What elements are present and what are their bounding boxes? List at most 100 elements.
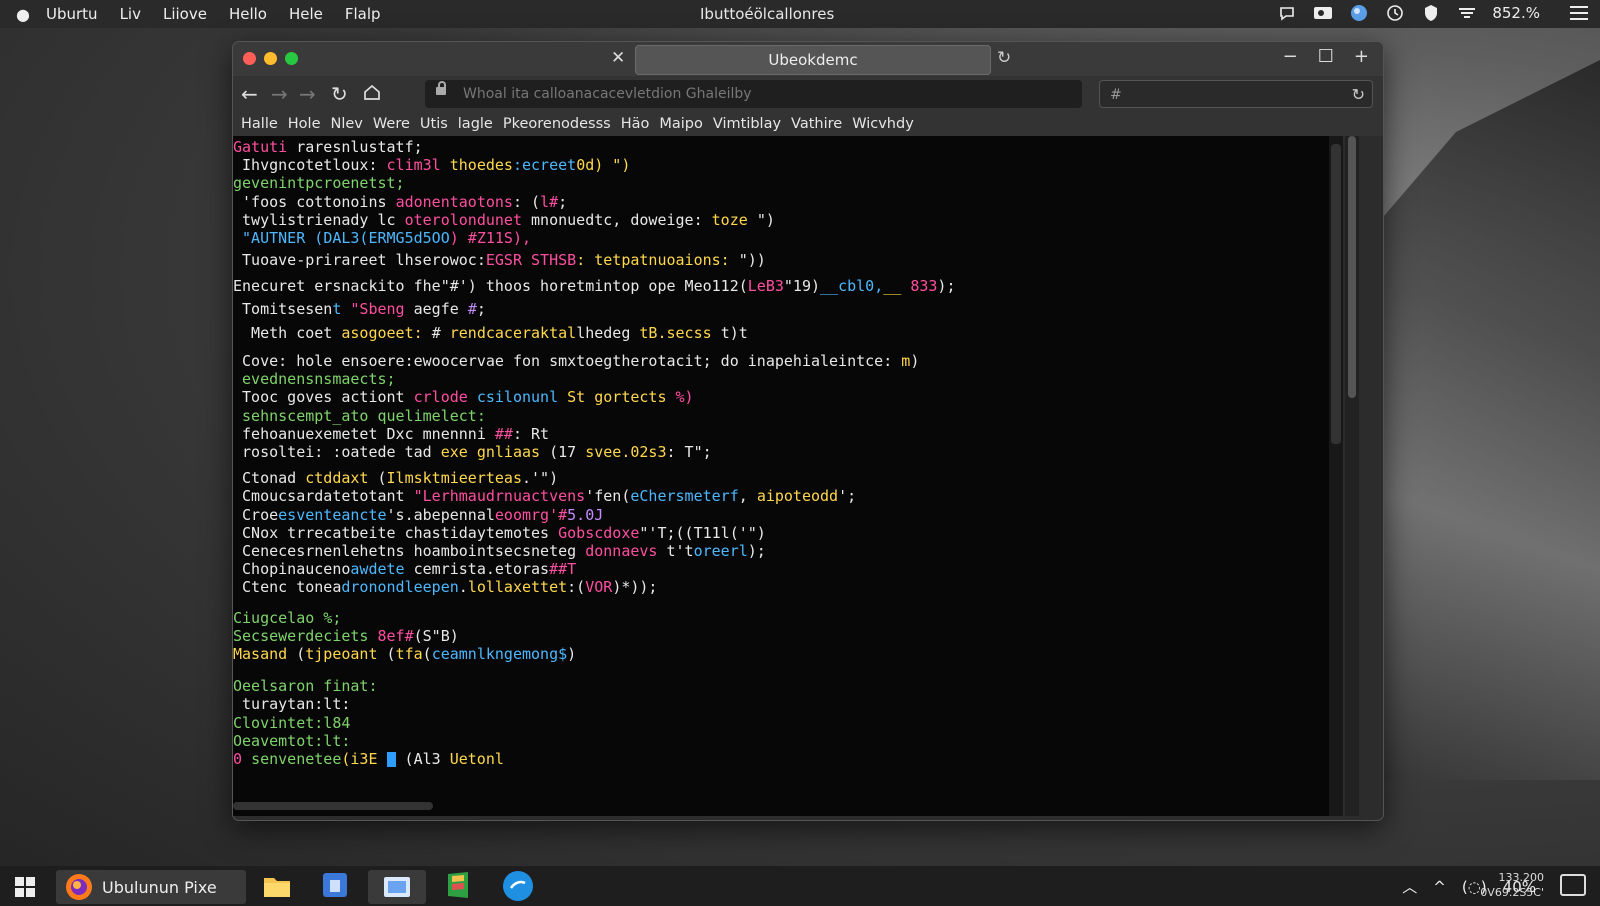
term-line: Cove: hole ensoere:ewoocervae fon smxtoe… bbox=[233, 352, 920, 371]
minimize-window-button[interactable] bbox=[264, 52, 277, 65]
bookmark-item[interactable]: Utis bbox=[420, 116, 448, 132]
menu-item[interactable]: Hello bbox=[229, 5, 267, 23]
store-icon[interactable] bbox=[320, 870, 350, 904]
term-line: fehoanuexemetet Dxc mnennni ##: Rt bbox=[233, 424, 550, 443]
caret-up-icon[interactable]: ^ bbox=[1433, 878, 1446, 896]
menu-item[interactable]: Liv bbox=[120, 5, 141, 23]
term-line: twylistrienady lc oterolondunet mnonuedt… bbox=[233, 210, 775, 229]
status-tray: 852.% bbox=[1276, 3, 1590, 23]
term-line: Tomitsesent "Sbeng aegfe #; bbox=[233, 299, 486, 318]
taskbar-browser-app[interactable]: Ubulunun Pixe bbox=[56, 870, 246, 904]
bookmark-item[interactable]: Vathire bbox=[791, 116, 842, 132]
window-scrollbar[interactable] bbox=[1345, 136, 1359, 816]
term-line: evednensnsmaects; bbox=[233, 370, 396, 389]
term-line: CNox trrecatbeite chastidaytemotes Gobsc… bbox=[233, 523, 766, 542]
bookmark-item[interactable]: Häo bbox=[621, 116, 650, 132]
term-line: Gatuti raresnlustatf; bbox=[233, 138, 423, 156]
reload-tab-icon[interactable]: ↻ bbox=[997, 48, 1011, 68]
taskbar-clock[interactable]: 133.200 0V69.2S5C' bbox=[1480, 870, 1544, 900]
term-line: rosoltei: :oatede tad exe gnliaas (17 sv… bbox=[233, 443, 712, 462]
new-tab-icon[interactable]: + bbox=[1354, 46, 1369, 67]
shield-icon[interactable] bbox=[1420, 3, 1442, 23]
image-viewer-icon bbox=[382, 873, 412, 905]
menu-item[interactable]: Uburtu bbox=[46, 5, 98, 23]
term-line: Ihvgncotetloux: clim3l thoedes:ecreet0d)… bbox=[233, 156, 631, 175]
forward-arrow-icon-2[interactable]: → bbox=[299, 82, 316, 106]
battery-percentage[interactable]: 852.% bbox=[1492, 4, 1540, 22]
chevron-up-icon[interactable]: ︿ bbox=[1402, 876, 1417, 897]
search-field[interactable]: # bbox=[1099, 80, 1373, 108]
term-line: sehnscempt_ato quelimelect: bbox=[233, 406, 486, 425]
bookmark-item[interactable]: Pkeorenodesss bbox=[503, 116, 611, 132]
bookmark-item[interactable]: Halle bbox=[241, 116, 278, 132]
wifi-icon[interactable] bbox=[1456, 3, 1478, 23]
file-explorer-icon[interactable] bbox=[262, 872, 292, 904]
prompt-line[interactable]: 0 senvenetee(i3E (Al3 Uetonl bbox=[233, 750, 1329, 768]
term-line: Masand (tjpeoant (tfa(ceamnlkngemong$) bbox=[233, 645, 577, 664]
bookmark-item[interactable]: Vimtiblay bbox=[713, 116, 781, 132]
browser-window: ✕ Ubeokdemc ↻ − ☐ + ← → → ↻ Whoal ita ca… bbox=[232, 41, 1384, 821]
navigation-bar: ← → → ↻ Whoal ita calloanacacevletdion G… bbox=[233, 76, 1383, 112]
zoom-window-button[interactable] bbox=[285, 52, 298, 65]
horizontal-scrollbar[interactable] bbox=[233, 802, 433, 810]
scrollbar-thumb[interactable] bbox=[1331, 144, 1341, 444]
term-line: gevenintpcroenetst; bbox=[233, 174, 405, 193]
taskbar-app-label: Ubulunun Pixe bbox=[102, 878, 217, 897]
term-line: Cenecesrnenlehetns hoambointsecsneteg do… bbox=[233, 542, 766, 561]
term-line: Ctonad ctddaxt (Ilmsktmieerteas.'") bbox=[233, 469, 559, 488]
notes-app-icon[interactable] bbox=[444, 870, 472, 904]
terminal-scrollbar[interactable] bbox=[1329, 136, 1343, 816]
term-line: Chopinaucenoawdete cemrista.etoras##T bbox=[233, 560, 577, 579]
window-titlebar[interactable]: ✕ Ubeokdemc ↻ − ☐ + bbox=[233, 42, 1383, 76]
term-line: Clovintet:l84 bbox=[233, 713, 351, 732]
taskbar: Ubulunun Pixe ︿ ^ (◌) 40% 133.200 0V69.2… bbox=[0, 866, 1600, 906]
address-bar[interactable]: Whoal ita calloanacacevletdion Ghaleilby bbox=[425, 80, 1082, 108]
menu-item[interactable]: Hele bbox=[289, 5, 323, 23]
globe-icon[interactable] bbox=[1348, 3, 1370, 23]
search-refresh-icon[interactable]: ↻ bbox=[1352, 85, 1365, 104]
minimize-icon[interactable]: − bbox=[1283, 46, 1298, 67]
chat-bubble-icon[interactable] bbox=[1276, 3, 1298, 23]
bookmark-item[interactable]: Maipo bbox=[659, 116, 703, 132]
bookmarks-bar: Halle Hole Nlev Were Utis lagle Pkeoreno… bbox=[233, 112, 1383, 136]
term-line: Ctenc toneadronondleepen.lollaxettet:(VO… bbox=[233, 578, 658, 597]
hamburger-menu-icon[interactable] bbox=[1568, 3, 1590, 23]
close-tab-icon[interactable]: ✕ bbox=[611, 48, 625, 68]
term-line: turaytan:lt: bbox=[233, 695, 351, 714]
notification-center-icon[interactable] bbox=[1560, 874, 1586, 896]
term-line: Tooc goves actiont crlode csilonunl St g… bbox=[233, 388, 694, 407]
maximize-icon[interactable]: ☐ bbox=[1318, 46, 1334, 67]
scrollbar-thumb[interactable] bbox=[1348, 136, 1356, 398]
clock-time: 133.200 bbox=[1498, 871, 1545, 884]
term-line: Ciugcelao %; bbox=[233, 608, 342, 627]
system-menu-icon[interactable]: ● bbox=[0, 5, 46, 24]
terminal-cursor bbox=[386, 752, 396, 768]
bookmark-item[interactable]: Were bbox=[373, 116, 410, 132]
back-arrow-icon[interactable]: ← bbox=[241, 82, 258, 106]
top-menu-bar: ● Uburtu Liv Liiove Hello Hele Flalp Ibu… bbox=[0, 0, 1600, 28]
clock-icon[interactable] bbox=[1384, 3, 1406, 23]
messaging-app-icon[interactable] bbox=[502, 870, 534, 906]
bookmark-item[interactable]: Nlev bbox=[331, 116, 363, 132]
reload-icon[interactable]: ↻ bbox=[331, 82, 348, 106]
windows-start-icon[interactable] bbox=[14, 876, 36, 902]
term-line: 'foos cottonoins adonentaotons: (l#; bbox=[233, 192, 568, 211]
term-line: Croeesventeancte's.abepennaleoomrg'#5.0J bbox=[233, 505, 604, 524]
menu-item[interactable]: Liiove bbox=[163, 5, 207, 23]
taskbar-active-app[interactable] bbox=[368, 870, 426, 904]
bookmark-item[interactable]: Hole bbox=[288, 116, 321, 132]
office-icon[interactable] bbox=[1312, 3, 1334, 23]
browser-tab[interactable]: Ubeokdemc bbox=[635, 45, 991, 75]
bookmark-item[interactable]: Wicvhdy bbox=[852, 116, 914, 132]
menu-item[interactable]: Flalp bbox=[345, 5, 381, 23]
forward-arrow-icon[interactable]: → bbox=[271, 82, 288, 106]
term-line: Enecuret ersnackito fhe"#') thoos horetm… bbox=[233, 277, 956, 296]
active-window-title: Ibuttoéölcallonres bbox=[700, 5, 835, 23]
close-window-button[interactable] bbox=[243, 52, 256, 65]
home-icon[interactable] bbox=[363, 82, 381, 106]
bookmark-item[interactable]: lagle bbox=[458, 116, 493, 132]
term-line: Tuoave-prirareet lhserowoc:EGSR STHSB: t… bbox=[233, 251, 766, 270]
terminal-output[interactable]: Gatuti raresnlustatf; Ihvgncotetloux: cl… bbox=[233, 136, 1329, 816]
term-line: Oeavemtot:lt: bbox=[233, 731, 351, 750]
lock-icon bbox=[436, 81, 446, 95]
